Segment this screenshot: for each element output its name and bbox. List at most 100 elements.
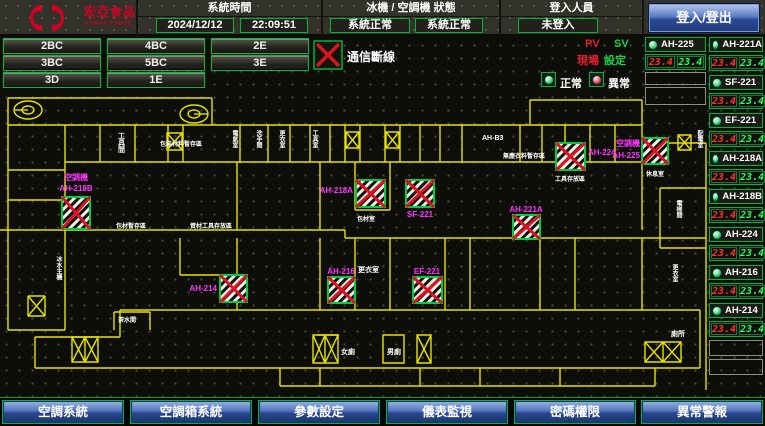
device-lamp-icon xyxy=(648,40,658,50)
device-sf-221[interactable]: SF-221 xyxy=(709,75,763,90)
ahu-icon-ah-221a[interactable] xyxy=(513,215,540,239)
company-logo-icon xyxy=(28,2,74,34)
device-ah-218a[interactable]: AH-218A xyxy=(709,151,763,166)
sv-value: 23.4 xyxy=(677,56,705,68)
company-name-en: HUNYA FOODS xyxy=(85,21,132,27)
room-label: 工具間 xyxy=(118,132,127,154)
comm-offline-label: 通信斷線 xyxy=(347,48,395,65)
floor-button-3e[interactable]: 3E xyxy=(211,55,309,71)
bottom-nav-bar: 空調系統 空調箱系統 參數設定 儀表監視 密碼權限 異常警報 xyxy=(0,397,765,426)
room-label: 資材工具存放區 xyxy=(190,222,232,230)
nav-button-parameter-set[interactable]: 參數設定 xyxy=(258,400,380,424)
pv-value: 23.4 xyxy=(711,95,737,107)
nav-button-ac-system[interactable]: 空調系統 xyxy=(2,400,124,424)
sv-value: 23.4 xyxy=(739,133,765,145)
floor-button-3bc[interactable]: 3BC xyxy=(3,55,101,71)
ahu-icon-ah-218b[interactable] xyxy=(62,197,90,229)
equipment-label: SF-221 xyxy=(407,210,434,219)
room-label: 更衣室 xyxy=(358,265,379,274)
room-label: AH-B3 xyxy=(482,135,503,142)
company-name: 宏亞食品 xyxy=(84,6,136,18)
device-ef-221-values: 23.423.4 xyxy=(709,131,763,147)
device-lamp-icon xyxy=(712,116,722,126)
login-logout-button[interactable]: 登入/登出 xyxy=(648,3,760,33)
device-ah-218b[interactable]: AH-218B xyxy=(709,189,763,204)
equipment-label: AH-214 xyxy=(189,284,217,293)
time-display: 22:09:51 xyxy=(240,18,308,33)
equipment-label: AH-218A xyxy=(320,186,354,195)
floor-button-2e[interactable]: 2E xyxy=(211,38,309,54)
equipment-label: AH-216 xyxy=(327,267,355,276)
ahu-icon-ah-218a[interactable] xyxy=(356,180,385,207)
header-bar: 宏亞食品 HUNYA FOODS 系統時間 冰機 / 空調機 狀態 登入人員 2… xyxy=(0,0,765,36)
header-divider xyxy=(501,16,642,17)
floor-button-5bc[interactable]: 5BC xyxy=(107,55,205,71)
equipment-label: AH-218B xyxy=(59,184,93,193)
device-ah-218a-values: 23.423.4 xyxy=(709,169,763,185)
empty-slot xyxy=(709,340,763,356)
device-ah-216[interactable]: AH-216 xyxy=(709,265,763,280)
floor-button-2bc[interactable]: 2BC xyxy=(3,38,101,54)
ahu-icon-ah-224[interactable] xyxy=(556,143,585,170)
room-label: 更衣室 xyxy=(278,129,285,149)
login-status: 未登入 xyxy=(518,18,598,33)
ahu-icon-sf-221[interactable] xyxy=(406,180,434,207)
date-display: 2024/12/12 xyxy=(156,18,234,33)
chiller-status: 系統正常 xyxy=(330,18,410,33)
equipment-label: AH-221A xyxy=(509,205,543,214)
room-label: 電氣室 xyxy=(231,129,238,149)
room-label: 包裝材料暫存區 xyxy=(160,140,202,148)
room-label: 冰水主機 xyxy=(55,255,62,281)
ahu-icon-ah-214[interactable] xyxy=(220,275,247,302)
room-label: 工具存放區 xyxy=(555,175,585,183)
device-ah-225[interactable]: AH-225 xyxy=(645,37,706,52)
room-label: 配電室 xyxy=(696,129,703,149)
nav-button-abnormal-alarm[interactable]: 異常警報 xyxy=(641,400,763,424)
empty-slot xyxy=(645,72,706,85)
floor-plan-walls xyxy=(0,98,706,390)
nav-button-password-auth[interactable]: 密碼權限 xyxy=(514,400,636,424)
room-label: 無塵衣料暫存區 xyxy=(503,152,545,160)
device-ah-224[interactable]: AH-224 xyxy=(709,227,763,242)
pv-value: 23.4 xyxy=(711,247,737,259)
header-divider xyxy=(323,16,499,17)
room-label: 廁所 xyxy=(671,329,685,338)
device-ah-225-values: 23.4 23.4 xyxy=(645,54,706,70)
device-sf-221-values: 23.423.4 xyxy=(709,93,763,109)
ahu-icon-ef-221[interactable] xyxy=(413,277,442,303)
ac-status: 系統正常 xyxy=(415,18,483,33)
room-label: 女廁 xyxy=(341,347,355,356)
room-label: 包材室 xyxy=(357,215,375,223)
equipment-label: 空調機 xyxy=(616,138,640,148)
floor-button-4bc[interactable]: 4BC xyxy=(107,38,205,54)
pv-value: 23.4 xyxy=(711,133,737,145)
nav-button-meter-monitor[interactable]: 儀表監視 xyxy=(386,400,508,424)
floor-button-1e[interactable]: 1E xyxy=(107,72,205,88)
abnormal-lamp xyxy=(589,72,604,87)
floor-plan: 空調機 AH-218B AH-218A SF-221 AH-224 空調機 AH… xyxy=(0,88,708,396)
empty-slot xyxy=(709,359,763,375)
room-label: 休息室 xyxy=(645,170,664,178)
sv-value: 23.4 xyxy=(739,209,765,221)
pv-header: PV xyxy=(585,38,600,50)
device-lamp-icon xyxy=(712,40,719,50)
device-lamp-icon xyxy=(712,230,722,240)
sv-sub-header: 設定 xyxy=(604,52,626,68)
nav-button-ahu-system[interactable]: 空調箱系統 xyxy=(130,400,252,424)
floor-button-3d[interactable]: 3D xyxy=(3,72,101,88)
device-ef-221[interactable]: EF-221 xyxy=(709,113,763,128)
comm-offline-icon xyxy=(313,40,343,70)
pv-value: 23.4 xyxy=(711,209,737,221)
pv-value: 23.4 xyxy=(711,285,737,297)
hmi-screen: 宏亞食品 HUNYA FOODS 系統時間 冰機 / 空調機 狀態 登入人員 2… xyxy=(0,0,765,426)
device-lamp-icon xyxy=(712,78,722,88)
ahu-icon-ah-216[interactable] xyxy=(328,277,355,303)
equipment-label: EF-221 xyxy=(414,267,441,276)
device-ah-221a[interactable]: AH-221A xyxy=(709,37,763,52)
header-divider xyxy=(642,0,644,36)
pv-value: 23.4 xyxy=(711,171,737,183)
ahu-icon-ah-225[interactable] xyxy=(642,138,668,164)
login-user-label: 登入人員 xyxy=(501,2,642,15)
device-ah-214[interactable]: AH-214 xyxy=(709,303,763,318)
pv-sub-header: 現場 xyxy=(577,52,599,68)
